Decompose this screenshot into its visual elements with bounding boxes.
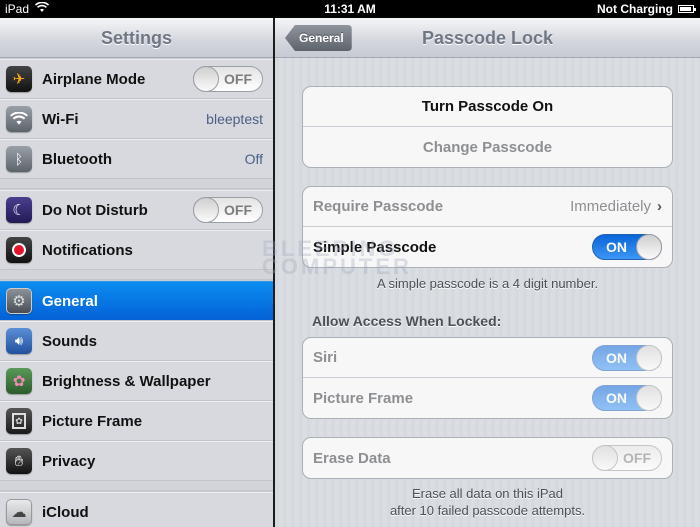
locked-access-group: Siri ON Picture Frame ON xyxy=(302,337,673,419)
simple-passcode-toggle[interactable]: ON xyxy=(592,234,662,260)
passcode-lock-pane: General Passcode Lock Turn Passcode On C… xyxy=(275,18,700,527)
picture-frame-label: Picture Frame xyxy=(313,389,414,407)
toggle-state: OFF xyxy=(224,71,252,87)
change-passcode-label: Change Passcode xyxy=(422,138,553,156)
battery-status: Not Charging xyxy=(597,2,673,16)
toggle-state: ON xyxy=(606,239,627,255)
sidebar-item-label: Airplane Mode xyxy=(42,70,146,88)
sidebar-item-notifications[interactable]: Notifications xyxy=(0,230,273,270)
turn-passcode-on-label: Turn Passcode On xyxy=(421,98,554,115)
sidebar-title: Settings xyxy=(100,28,172,48)
sidebar-item-label: Notifications xyxy=(42,241,133,259)
erase-data-toggle[interactable]: OFF xyxy=(592,445,662,471)
allow-access-header: Allow Access When Locked: xyxy=(312,313,502,329)
toggle-knob xyxy=(636,234,662,260)
sidebar-item-picture-frame[interactable]: ✿ Picture Frame xyxy=(0,401,273,441)
sidebar-item-label: Picture Frame xyxy=(42,412,143,430)
sidebar-item-label: iCloud xyxy=(42,503,89,521)
picture-frame-row: Picture Frame ON xyxy=(303,378,672,418)
toggle-knob xyxy=(636,385,662,411)
sidebar-item-bluetooth[interactable]: ᛒ Bluetooth Off xyxy=(0,139,273,179)
simple-passcode-label: Simple Passcode xyxy=(313,238,437,256)
toggle-knob xyxy=(193,66,219,92)
erase-data-row: Erase Data OFF xyxy=(303,438,672,478)
cloud-icon: ☁︎ xyxy=(6,499,32,525)
sidebar-item-general[interactable]: ⚙ General xyxy=(0,281,273,321)
require-passcode-row[interactable]: Require Passcode Immediately › xyxy=(303,187,672,227)
sidebar-item-label: Do Not Disturb xyxy=(42,201,148,219)
sidebar-item-label: Wi-Fi xyxy=(42,110,79,128)
require-passcode-value: Immediately xyxy=(570,198,651,215)
erase-note-line-2: after 10 failed passcode attempts. xyxy=(389,503,586,518)
sidebar-group-connectivity: ✈ Airplane Mode OFF Wi-Fi bleeptest ᛒ Bl… xyxy=(0,58,273,179)
sidebar-group-accounts: ☁︎ iCloud xyxy=(0,491,273,527)
sidebar-item-do-not-disturb[interactable]: ☾ Do Not Disturb OFF xyxy=(0,190,273,230)
options-group: Require Passcode Immediately › Simple Pa… xyxy=(302,186,673,268)
clock: 11:31 AM xyxy=(324,2,376,16)
speaker-icon: 🔊︎ xyxy=(6,328,32,354)
toggle-state: ON xyxy=(606,390,627,406)
sidebar-group-device: ⚙ General 🔊︎ Sounds ✿ Brightness & Wallp… xyxy=(0,280,273,481)
chevron-right-icon: › xyxy=(657,198,662,215)
toggle-state: ON xyxy=(606,349,627,366)
sidebar-item-label: Sounds xyxy=(42,332,97,350)
sidebar-item-airplane-mode[interactable]: ✈ Airplane Mode OFF xyxy=(0,59,273,99)
sidebar-item-wifi[interactable]: Wi-Fi bleeptest xyxy=(0,99,273,139)
simple-passcode-note: A simple passcode is a 4 digit number. xyxy=(376,276,599,291)
group-separator xyxy=(0,481,273,491)
sidebar-group-notifications: ☾ Do Not Disturb OFF Notifications xyxy=(0,189,273,270)
siri-label: Siri xyxy=(313,349,338,366)
sidebar-navbar: Settings xyxy=(0,18,273,58)
sidebar-item-sounds[interactable]: 🔊︎ Sounds xyxy=(0,321,273,361)
require-passcode-label: Require Passcode xyxy=(313,198,444,215)
sidebar-item-label: General xyxy=(42,292,98,310)
group-separator xyxy=(0,270,273,280)
sidebar-item-label: Brightness & Wallpaper xyxy=(42,372,211,390)
moon-icon: ☾ xyxy=(6,197,32,223)
wifi-icon xyxy=(6,106,32,132)
hand-icon: ✋︎ xyxy=(6,448,32,474)
picture-frame-icon: ✿ xyxy=(6,408,32,434)
airplane-icon: ✈ xyxy=(6,66,32,92)
toggle-knob xyxy=(636,344,662,371)
sidebar-item-privacy[interactable]: ✋︎ Privacy xyxy=(0,441,273,481)
toggle-state: OFF xyxy=(224,202,252,218)
sidebar-item-label: Privacy xyxy=(42,452,96,470)
back-button[interactable]: General xyxy=(285,25,352,51)
toggle-state: OFF xyxy=(623,450,651,466)
status-bar: iPad 11:31 AM Not Charging xyxy=(0,0,700,18)
flower-icon: ✿ xyxy=(6,368,32,394)
erase-note-line-1: Erase all data on this iPad xyxy=(411,486,564,501)
notifications-icon xyxy=(6,237,32,263)
wifi-network-value: bleeptest xyxy=(206,111,263,127)
airplane-mode-toggle[interactable]: OFF xyxy=(193,66,263,92)
toggle-knob xyxy=(592,445,618,471)
sidebar-item-brightness-wallpaper[interactable]: ✿ Brightness & Wallpaper xyxy=(0,361,273,401)
bluetooth-icon: ᛒ xyxy=(6,146,32,172)
simple-passcode-row: Simple Passcode ON xyxy=(303,227,672,267)
siri-toggle[interactable]: ON xyxy=(592,344,662,371)
battery-icon xyxy=(678,5,696,13)
siri-row: Siri ON xyxy=(303,338,672,378)
turn-passcode-on-button[interactable]: Turn Passcode On xyxy=(303,87,672,127)
change-passcode-button[interactable]: Change Passcode xyxy=(303,127,672,167)
group-separator xyxy=(0,179,273,189)
erase-data-note: Erase all data on this iPad after 10 fai… xyxy=(302,485,673,519)
picture-frame-toggle[interactable]: ON xyxy=(592,385,662,411)
do-not-disturb-toggle[interactable]: OFF xyxy=(193,197,263,223)
erase-data-label: Erase Data xyxy=(313,449,391,467)
detail-navbar: General Passcode Lock xyxy=(275,18,700,58)
sidebar-item-icloud[interactable]: ☁︎ iCloud xyxy=(0,492,273,527)
toggle-knob xyxy=(193,197,219,223)
settings-sidebar: Settings ✈ Airplane Mode OFF Wi-Fi bleep… xyxy=(0,18,273,527)
bluetooth-value: Off xyxy=(244,151,263,167)
gear-icon: ⚙ xyxy=(6,288,32,314)
passcode-group: Turn Passcode On Change Passcode xyxy=(302,86,673,168)
sidebar-item-label: Bluetooth xyxy=(42,150,112,168)
erase-data-group: Erase Data OFF xyxy=(302,437,673,479)
